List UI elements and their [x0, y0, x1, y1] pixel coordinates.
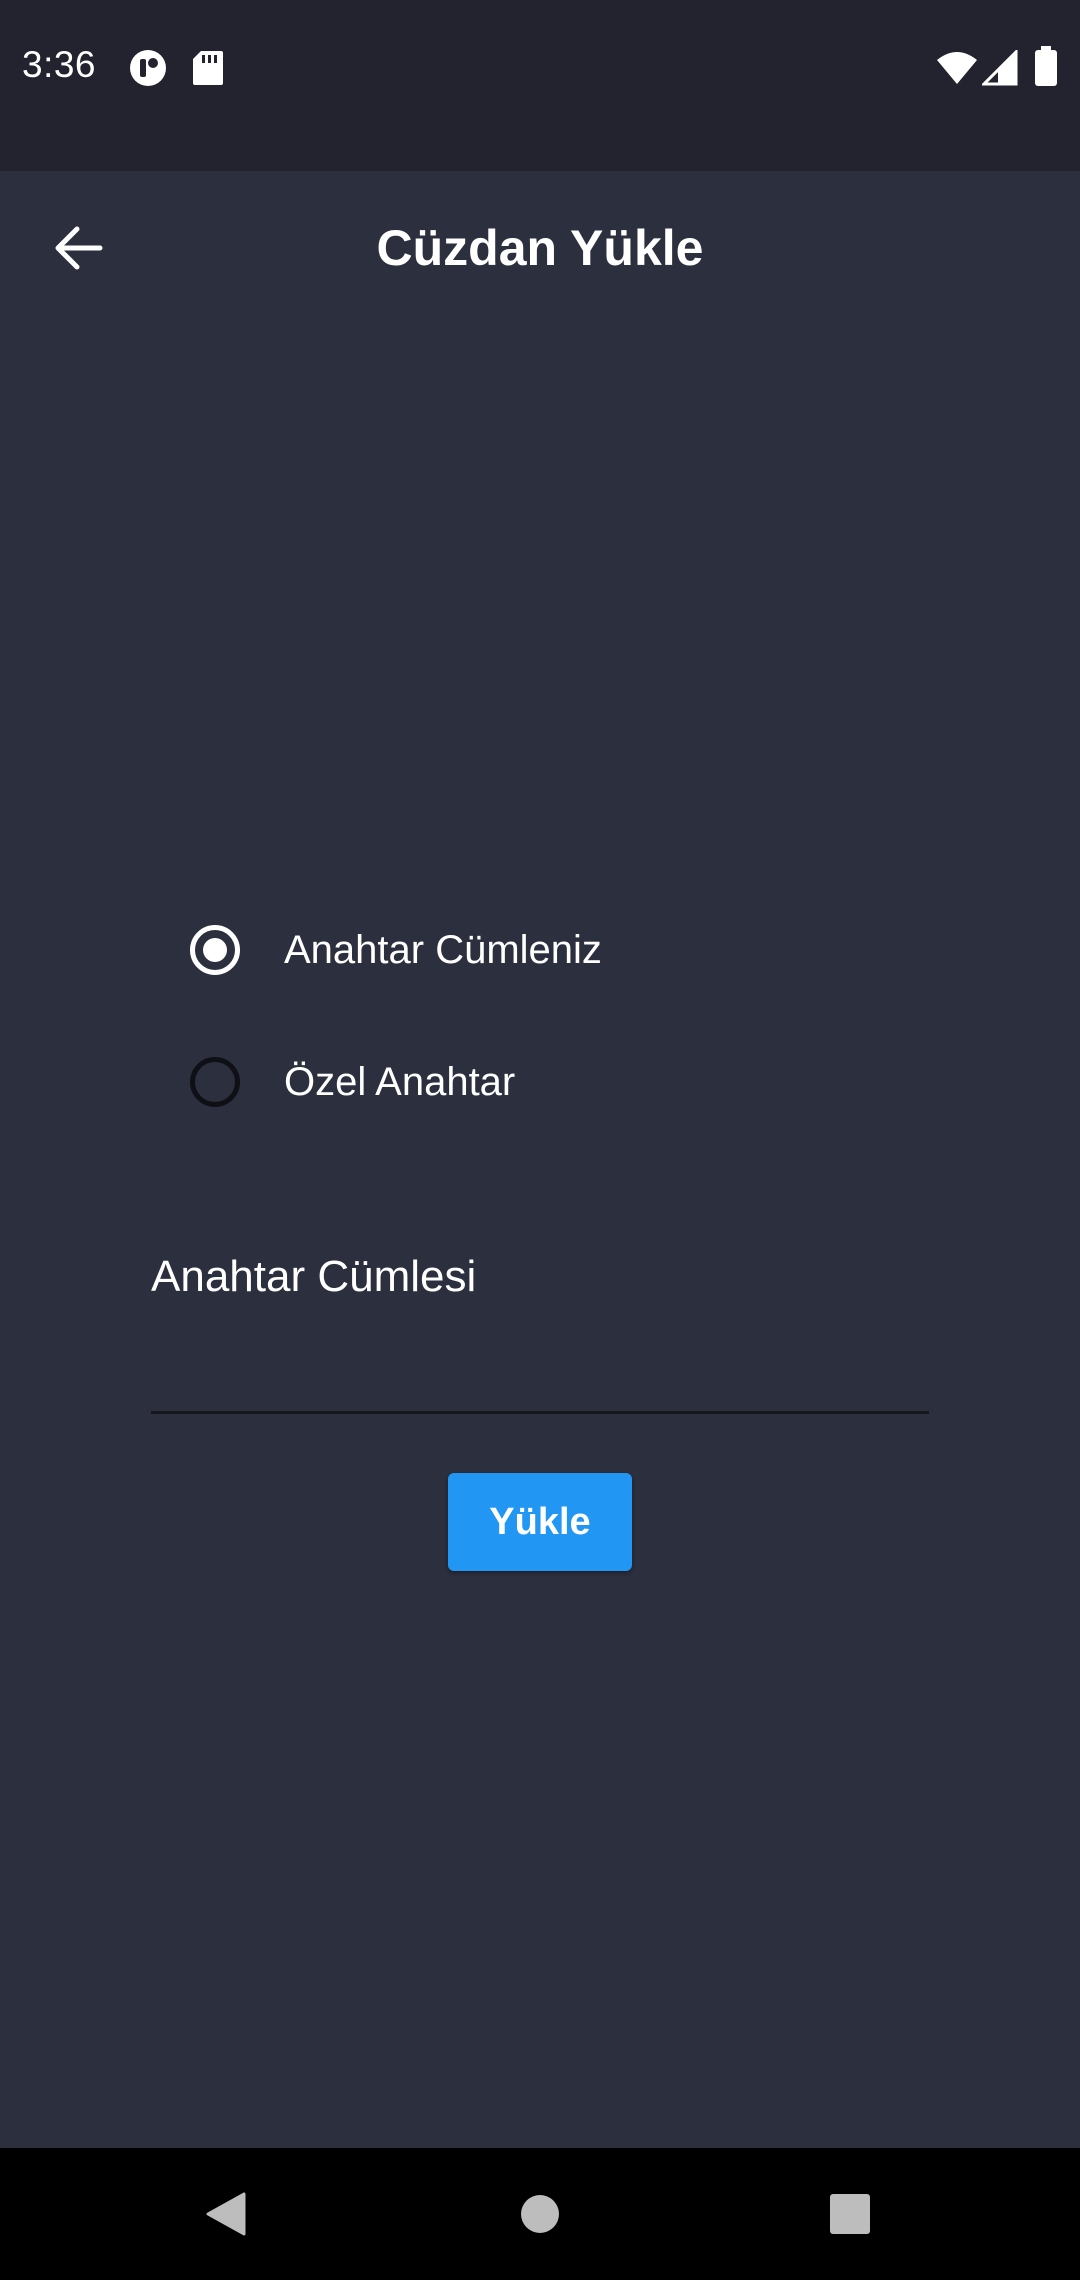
- status-time: 3:36: [22, 44, 97, 85]
- home-circle-icon: [521, 2195, 559, 2233]
- battery-icon: [1035, 46, 1057, 86]
- radio-label-mnemonic: Anahtar Cümleniz: [284, 927, 602, 972]
- radio-option-mnemonic[interactable]: Anahtar Cümleniz: [190, 910, 890, 990]
- back-triangle-icon: [206, 2192, 246, 2236]
- wifi-icon: [937, 52, 977, 84]
- page-title: Cüzdan Yükle: [376, 220, 704, 276]
- sd-card-icon: [193, 51, 223, 85]
- mnemonic-input[interactable]: [151, 1320, 929, 1414]
- radio-selected-icon[interactable]: [190, 925, 240, 975]
- load-button[interactable]: Yükle: [448, 1473, 632, 1571]
- field-label: Anahtar Cümlesi: [151, 1252, 477, 1301]
- nav-recents-button[interactable]: [810, 2178, 890, 2250]
- radio-option-private-key[interactable]: Özel Anahtar: [190, 1042, 890, 1122]
- radio-unselected-icon[interactable]: [190, 1057, 240, 1107]
- recents-square-icon: [830, 2194, 870, 2234]
- radio-label-private-key: Özel Anahtar: [284, 1059, 516, 1104]
- nav-home-button[interactable]: [500, 2178, 580, 2250]
- data-saver-icon: [130, 50, 166, 86]
- nav-back-button[interactable]: [186, 2178, 266, 2250]
- cellular-signal-icon: [982, 50, 1018, 86]
- status-bar: 3:36: [0, 0, 1080, 171]
